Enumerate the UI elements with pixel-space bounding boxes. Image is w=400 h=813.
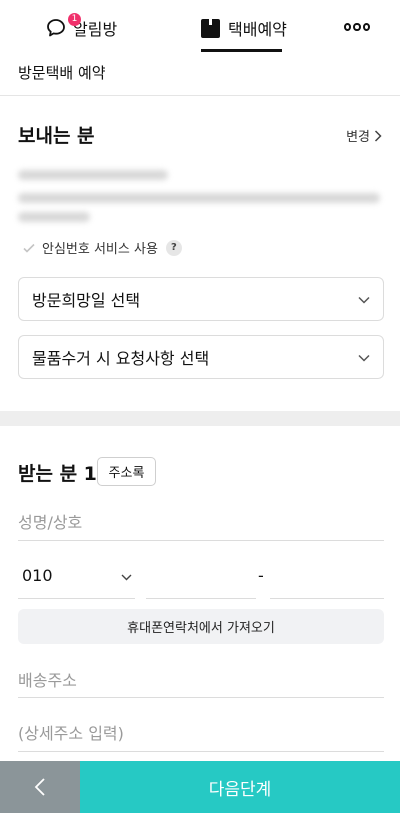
chat-bubble-icon [47,19,65,37]
parcel-box-icon [201,18,220,38]
phone-prefix-underline [18,598,135,599]
receiver-section-title: 받는 분 1 [18,463,97,485]
more-icon[interactable] [344,20,370,34]
chevron-down-icon [358,354,370,362]
detail-address-underline [18,751,384,752]
sender-info-redacted [18,170,168,180]
section-separator [0,411,400,426]
phone-dash: - [258,566,264,585]
chevron-left-icon [34,778,45,796]
change-sender-link[interactable]: 변경 [346,126,382,145]
safe-number-label: 안심번호 서비스 사용 [42,242,158,257]
import-contact-button[interactable]: 휴대폰연락처에서 가져오기 [18,609,384,644]
name-input[interactable]: 성명/상호 [18,509,82,533]
chevron-down-icon [121,574,132,581]
tab-alarm[interactable]: 알림방 [46,0,117,56]
notification-badge: 1 [68,13,81,26]
phone-middle-input[interactable] [146,598,256,599]
address-book-button[interactable]: 주소록 [97,457,156,486]
address-input-underline [18,697,384,698]
sender-section-title: 보내는 분 [18,125,95,147]
chevron-down-icon [358,296,370,304]
change-label: 변경 [346,130,370,145]
back-button[interactable] [0,761,80,813]
visit-date-select[interactable]: 방문희망일 선택 [18,277,384,321]
divider [0,95,400,96]
pickup-request-select[interactable]: 물품수거 시 요청사항 선택 [18,335,384,379]
chevron-right-icon [374,129,382,142]
sender-info-redacted [18,212,90,222]
check-icon [23,243,35,253]
tab-booking-label: 택배예약 [228,20,287,39]
help-icon[interactable]: ? [165,239,182,256]
visit-date-select-label: 방문희망일 선택 [32,291,141,310]
phone-last-input[interactable] [270,598,384,599]
phone-prefix-select[interactable]: 010 [22,566,53,585]
page-title: 방문택배 예약 [18,64,106,82]
detail-address-input[interactable]: (상세주소 입력) [18,720,124,744]
active-tab-indicator [201,49,282,52]
safe-number-option[interactable]: 안심번호 서비스 사용 ? [22,238,182,257]
pickup-request-select-label: 물품수거 시 요청사항 선택 [32,349,210,368]
sender-info-redacted [18,193,380,203]
name-input-underline [18,540,384,541]
address-input[interactable]: 배송주소 [18,667,77,691]
top-tab-bar: 알림방 1 택배예약 [0,0,400,56]
tab-booking[interactable]: 택배예약 [201,0,287,56]
next-step-button[interactable]: 다음단계 [80,761,400,813]
